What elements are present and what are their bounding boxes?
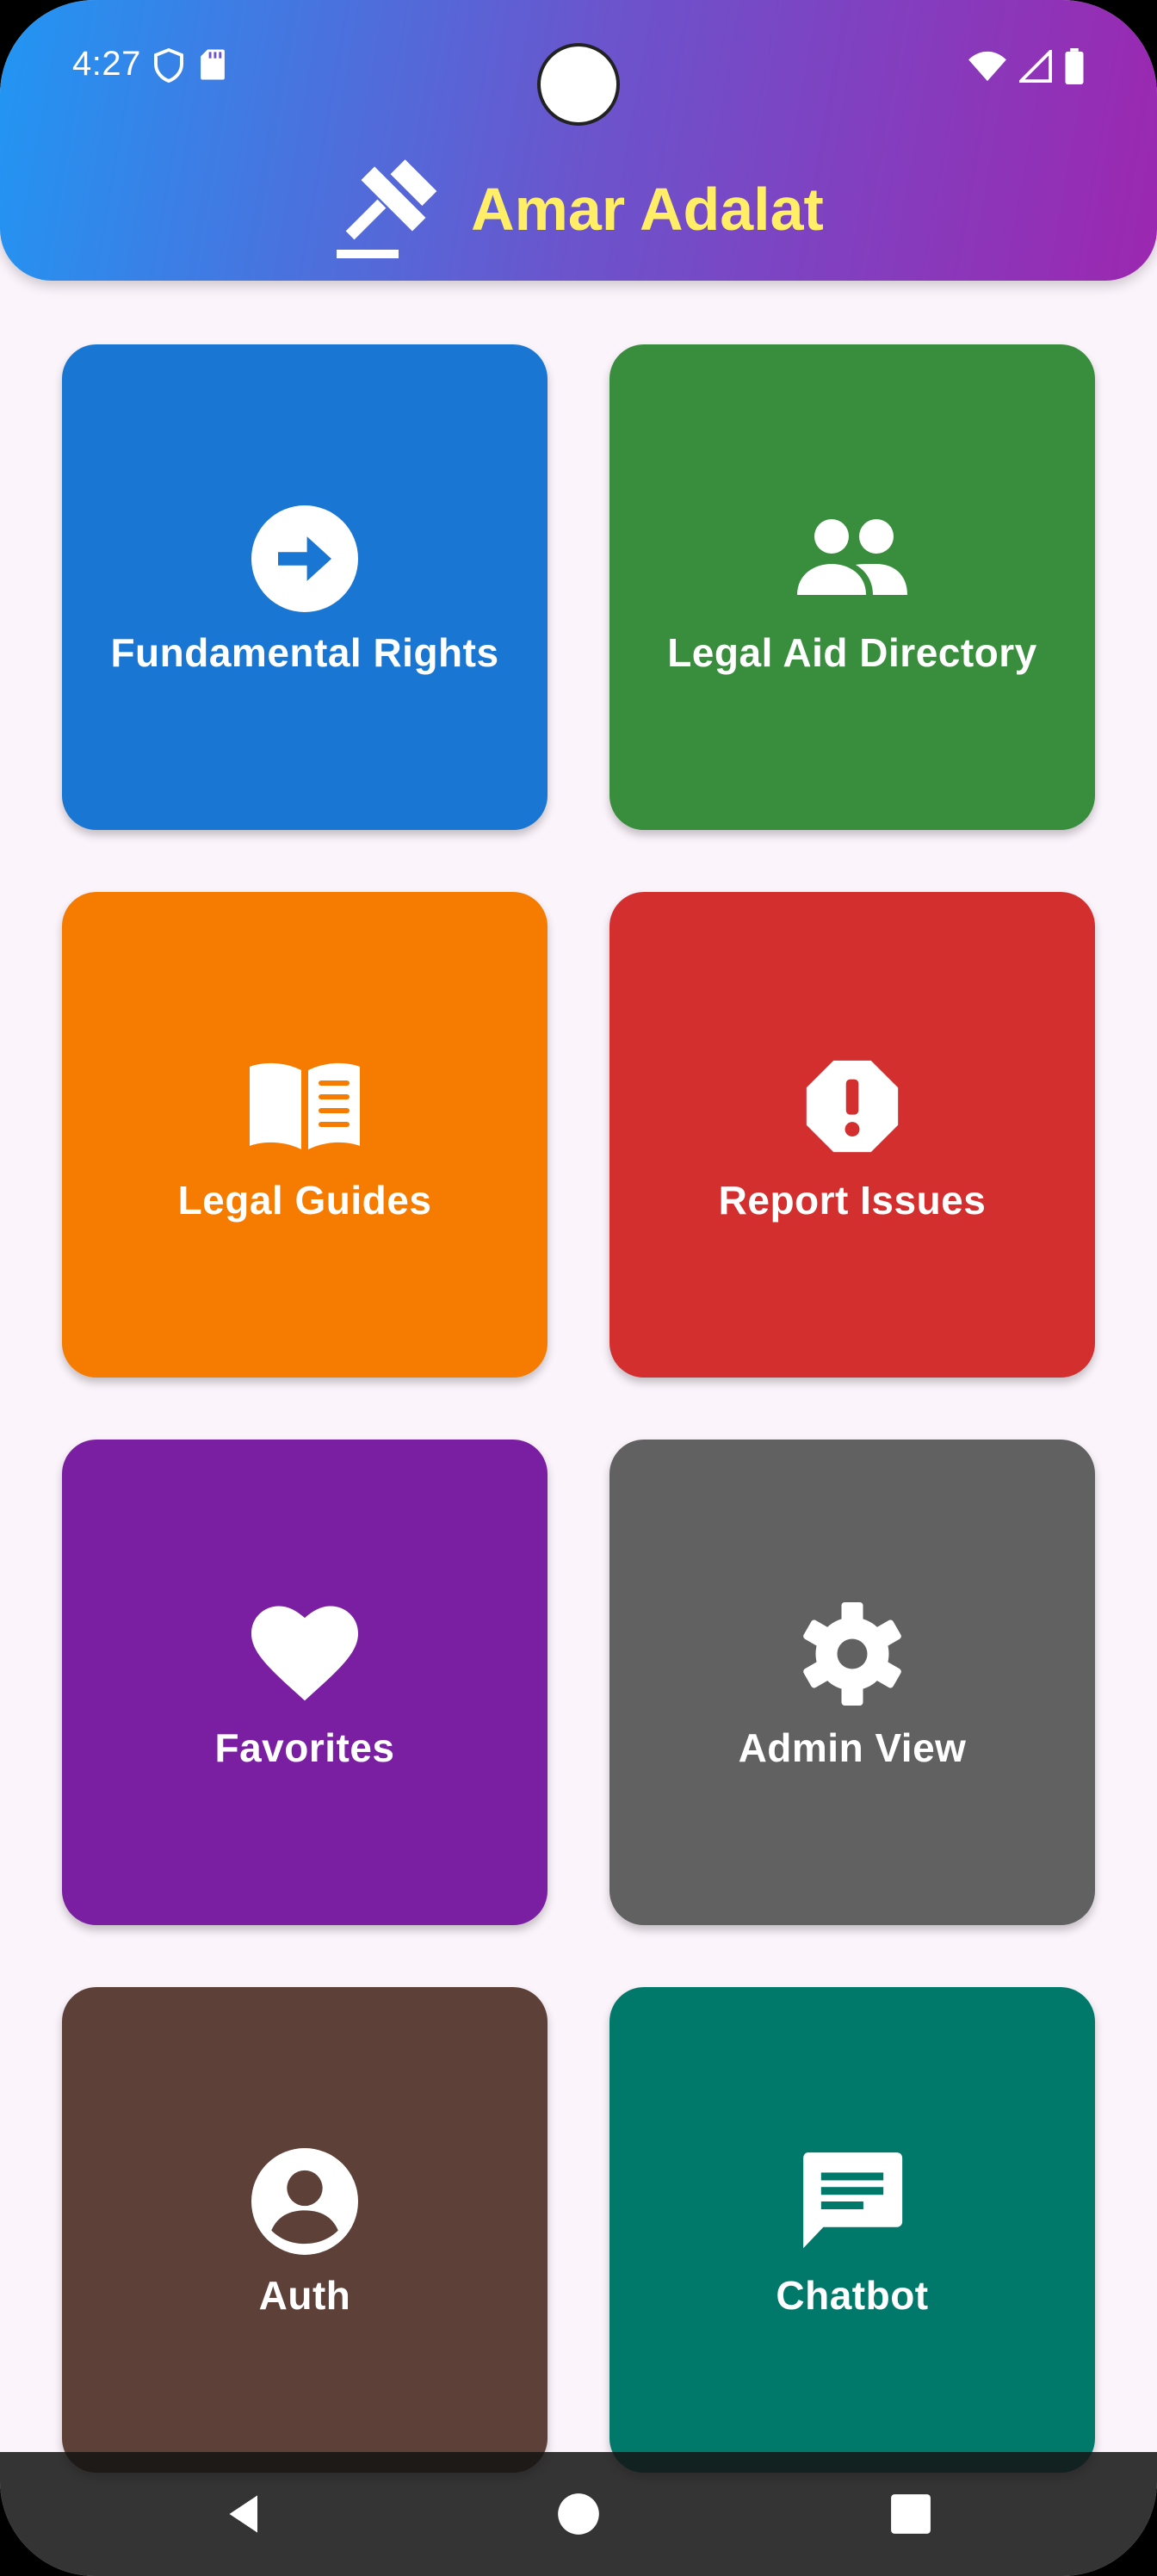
tile-label: Fundamental Rights xyxy=(110,630,499,675)
account-circle-icon xyxy=(244,2141,365,2262)
heart-icon xyxy=(244,1594,365,1714)
battery-icon xyxy=(1064,48,1085,89)
tile-legal-aid-directory[interactable]: Legal Aid Directory xyxy=(609,344,1095,830)
feature-grid: Fundamental Rights Legal Aid Directory L… xyxy=(62,344,1095,2473)
tile-label: Legal Guides xyxy=(177,1178,432,1223)
menu-book-icon xyxy=(244,1046,365,1167)
shield-icon xyxy=(153,47,184,87)
wifi-icon xyxy=(968,50,1007,87)
settings-icon xyxy=(792,1594,913,1714)
status-right-icons xyxy=(968,47,1085,89)
app-title: Amar Adalat xyxy=(471,175,824,243)
tile-legal-guides[interactable]: Legal Guides xyxy=(62,892,548,1378)
tile-label: Auth xyxy=(258,2273,351,2318)
status-time: 4:27 xyxy=(72,45,141,83)
chat-icon xyxy=(792,2141,913,2262)
tile-label: Favorites xyxy=(214,1725,395,1770)
tile-chatbot[interactable]: Chatbot xyxy=(609,1987,1095,2473)
tile-label: Admin View xyxy=(738,1725,967,1770)
tile-admin-view[interactable]: Admin View xyxy=(609,1440,1095,1925)
tile-report-issues[interactable]: Report Issues xyxy=(609,892,1095,1378)
gavel-icon xyxy=(333,152,443,266)
front-camera xyxy=(537,43,620,126)
tile-label: Legal Aid Directory xyxy=(667,630,1037,675)
arrow-circle-right-icon xyxy=(244,498,365,619)
tile-fundamental-rights[interactable]: Fundamental Rights xyxy=(62,344,548,830)
back-icon[interactable] xyxy=(215,2483,277,2545)
tile-auth[interactable]: Auth xyxy=(62,1987,548,2473)
report-icon xyxy=(792,1046,913,1167)
recents-icon[interactable] xyxy=(880,2483,942,2545)
tile-label: Report Issues xyxy=(718,1178,987,1223)
app-header: 4:27 Amar Adalat xyxy=(0,0,1157,281)
home-icon[interactable] xyxy=(548,2483,609,2545)
tile-label: Chatbot xyxy=(776,2273,929,2318)
system-nav-bar xyxy=(0,2452,1157,2576)
people-icon xyxy=(792,498,913,619)
tile-favorites[interactable]: Favorites xyxy=(62,1440,548,1925)
signal-icon xyxy=(1017,47,1052,87)
sd-card-icon xyxy=(200,48,226,87)
app-title-row: Amar Adalat xyxy=(0,152,1157,266)
status-left-icons xyxy=(153,47,226,87)
phone-screen: 4:27 Amar Adalat Fundamental Rights Lega… xyxy=(0,0,1157,2576)
